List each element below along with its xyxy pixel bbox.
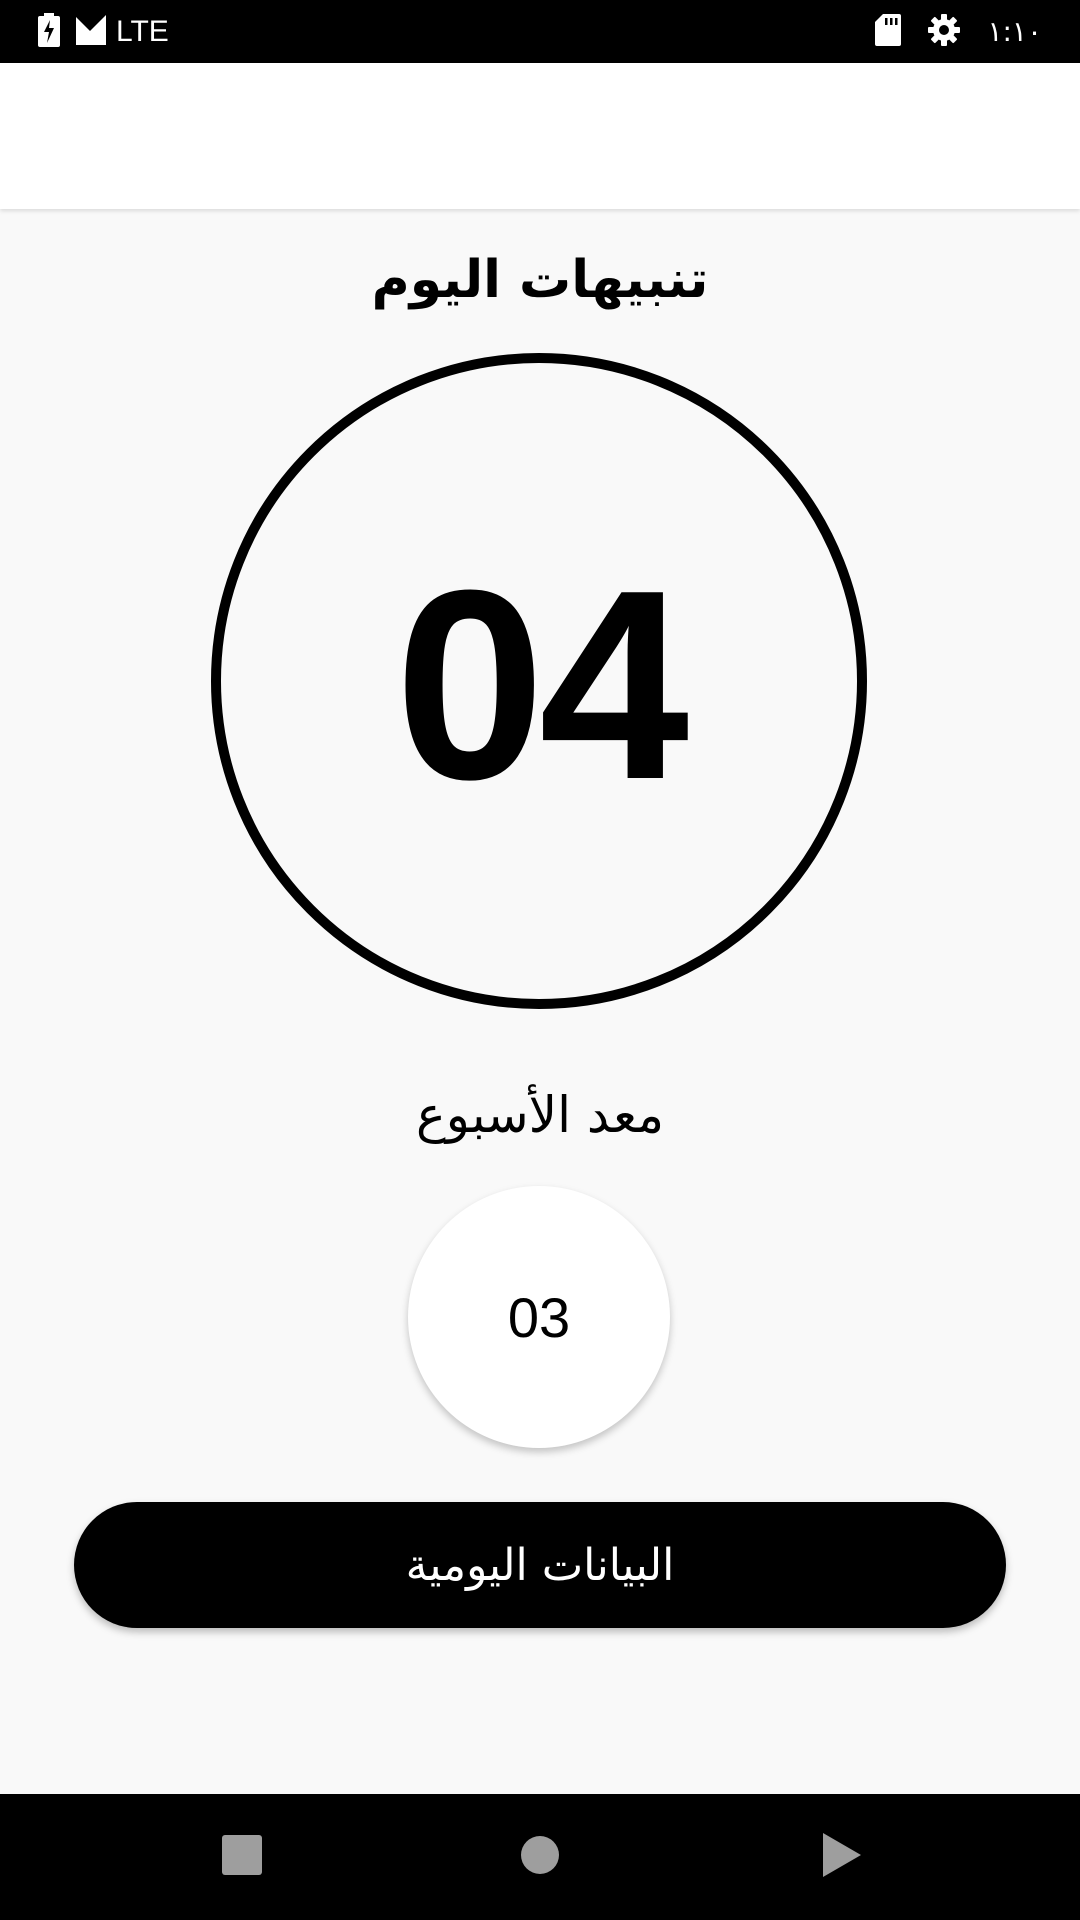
status-right-group: ١:١٠: [875, 0, 1042, 63]
weekly-count-circle: 03: [408, 1186, 670, 1448]
system-nav-bar: [0, 1794, 1080, 1920]
settings-icon: [927, 13, 961, 51]
status-bar: LTE ١:١٠: [0, 0, 1080, 63]
signal-icon: [74, 13, 108, 51]
weekly-count-value: 03: [507, 1285, 571, 1349]
today-count-circle: 04: [211, 353, 867, 1009]
status-left-group: LTE: [38, 0, 169, 63]
back-triangle-icon: [821, 1832, 863, 1882]
app-bar: [0, 63, 1080, 209]
status-time: ١:١٠: [987, 15, 1042, 48]
battery-charging-icon: [38, 12, 60, 51]
sd-card-icon: [875, 13, 902, 50]
back-button[interactable]: [782, 1794, 902, 1920]
daily-data-button[interactable]: البيانات اليومية: [74, 1502, 1006, 1628]
network-type-label: LTE: [116, 14, 169, 48]
weekly-label: معد الأسبوع: [415, 1086, 665, 1144]
home-circle-icon: [520, 1835, 560, 1879]
page-title: تنبيهات اليوم: [371, 250, 709, 310]
today-count-value: 04: [394, 535, 689, 836]
recents-square-icon: [221, 1834, 263, 1880]
home-button[interactable]: [480, 1794, 600, 1920]
recents-button[interactable]: [182, 1794, 302, 1920]
